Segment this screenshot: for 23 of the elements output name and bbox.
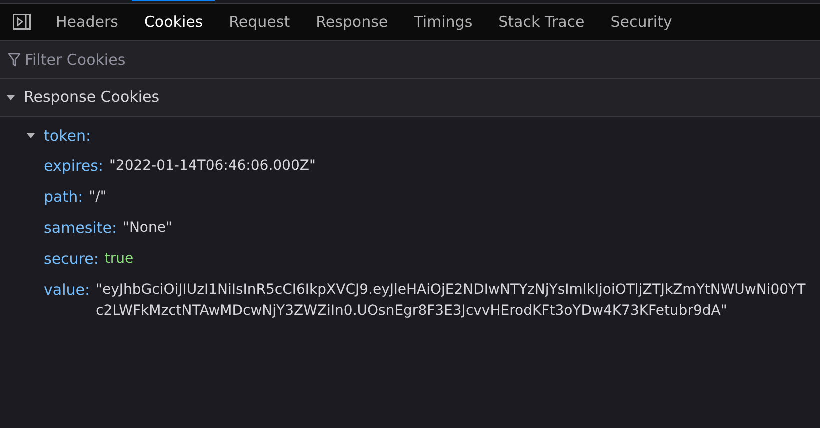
tab[interactable]: Timings	[402, 0, 485, 40]
property-value: "/"	[89, 188, 107, 207]
property-key: samesite:	[44, 218, 117, 239]
property-key: value:	[44, 280, 90, 322]
tab[interactable]: Response	[304, 0, 400, 40]
tab[interactable]: Request	[217, 0, 302, 40]
property-value: "None"	[123, 219, 172, 238]
section-title: Response Cookies	[24, 87, 160, 108]
section-header[interactable]: Response Cookies	[0, 79, 820, 117]
cookie-name[interactable]: token:	[44, 124, 91, 148]
property-key: secure:	[44, 249, 99, 270]
tab[interactable]: Security	[598, 0, 684, 40]
property-key: path:	[44, 187, 84, 208]
collapse-icon[interactable]	[6, 92, 16, 102]
property-value: "2022-01-14T06:46:06.000Z"	[109, 157, 316, 176]
property-value: "eyJhbGciOiJIUzI1NiIsInR5cCI6IkpXVCJ9.eyJleHAiOjE2NDIwNTYzNjYsImlkIjoiOTljZTJkZmYtNWUwNi00YTc2LWFkMzctNTAwMDcwNjY3ZWZiIn0.UOsnEgr8F3E3JcvvHErodKFt3oYDw4K73KFetubr9dA"	[96, 281, 807, 321]
property-value: true	[104, 250, 134, 269]
tab[interactable]: Headers	[44, 0, 130, 40]
sidebar-toggle-icon[interactable]	[13, 14, 31, 30]
tab[interactable]: Stack Trace	[486, 0, 597, 40]
collapse-icon[interactable]	[26, 131, 36, 141]
property-key: expires:	[44, 156, 104, 177]
filter-field[interactable]: Filter Cookies	[0, 41, 820, 79]
